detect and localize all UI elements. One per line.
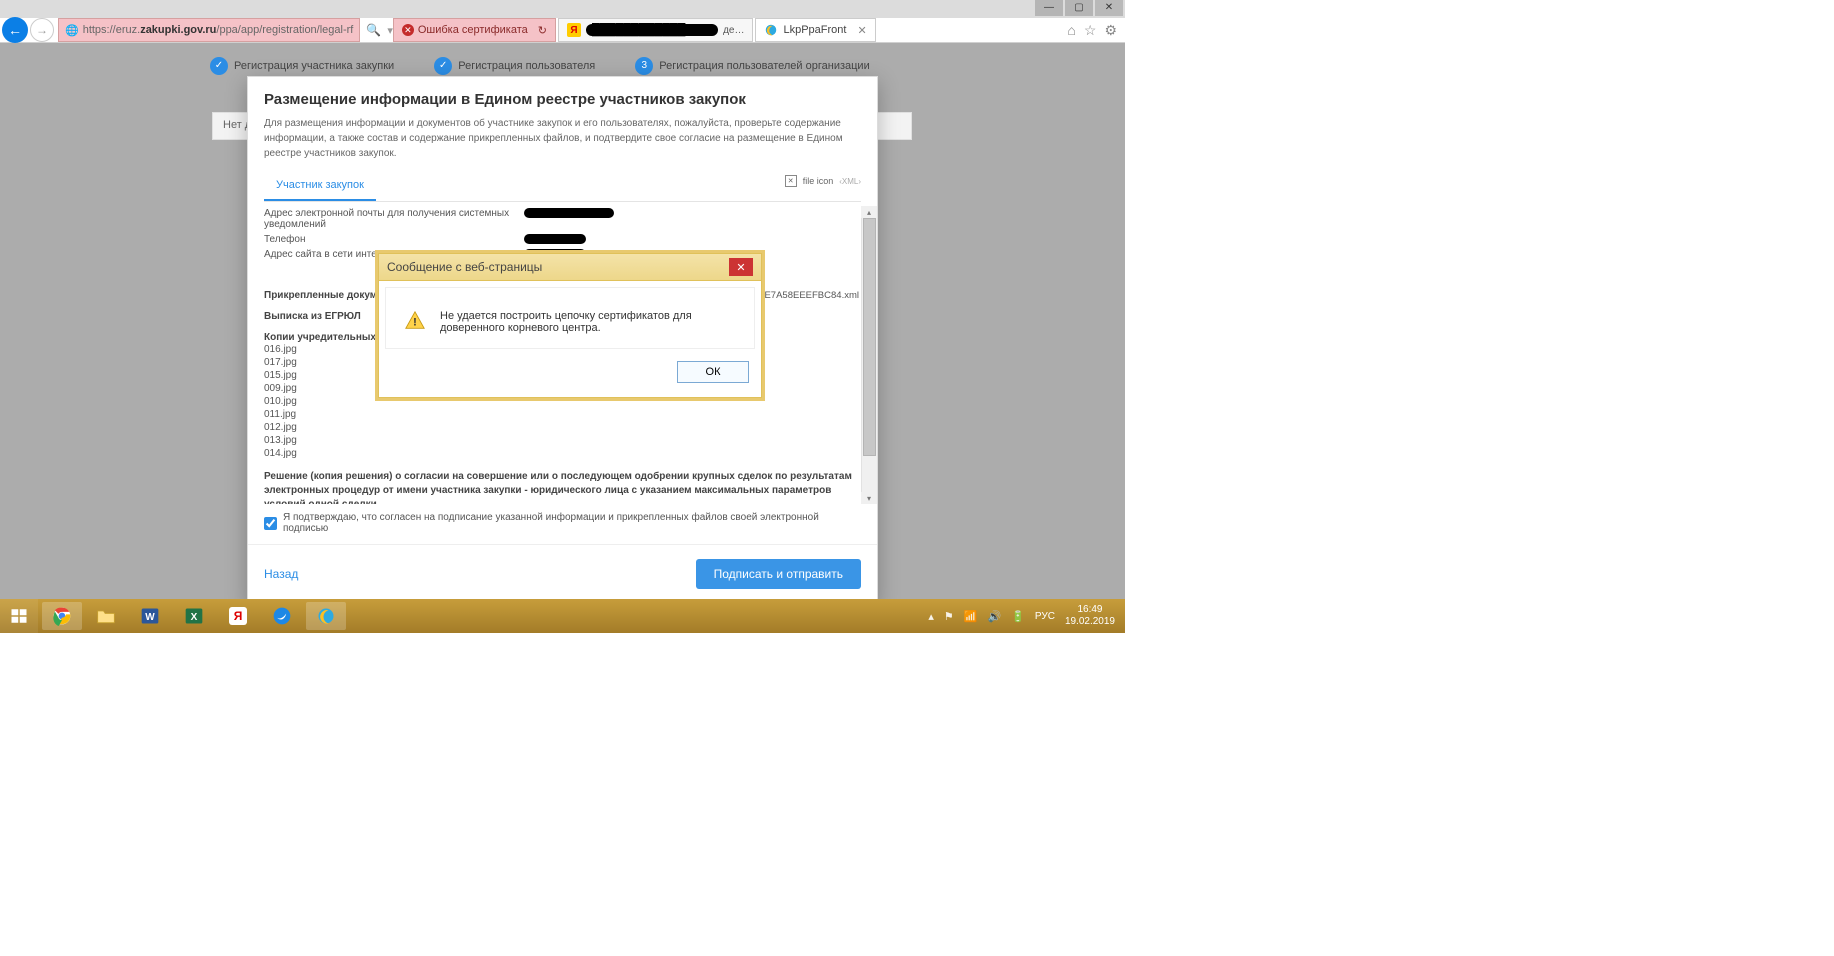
back-button[interactable]: ← [2,17,28,43]
tray-network-icon[interactable]: 📶 [964,610,978,623]
swoosh-icon [272,606,292,626]
word-icon: W [140,606,160,626]
scrollbar-thumb[interactable] [863,218,876,456]
tray-up-icon[interactable]: ▴ [928,610,934,623]
file-item: 014.jpg [264,447,853,460]
step-3-icon: 3 [635,57,653,75]
settings-gear-icon[interactable]: ⚙ [1104,22,1117,39]
browser-nav: ← → 🌐 https://eruz.zakupki.gov.ru/ppa/ap… [0,18,1125,43]
confirm-label: Я подтверждаю, что согласен на подписани… [283,512,861,534]
sign-and-send-button[interactable]: Подписать и отправить [696,559,861,589]
scroll-down-icon[interactable]: ▾ [861,492,877,504]
yandex-icon: Я [229,607,247,625]
step-3: 3Регистрация пользователей организации [635,57,869,75]
tab-label: LkpPpaFront [783,24,846,36]
taskbar-yandex[interactable]: Я [218,602,258,630]
xml-icon[interactable]: ‹XML› [839,177,861,186]
alert-message: Не удается построить цепочку сертификато… [440,310,736,334]
egrul-filename: 878E7A58EEEFBC84.xml [749,290,859,301]
folder-icon [96,607,116,625]
taskbar-app[interactable] [262,602,302,630]
taskbar-chrome[interactable] [42,602,82,630]
taskbar-word[interactable]: W [130,602,170,630]
alert-ok-button[interactable]: ОК [677,361,749,383]
tray-date: 19.02.2019 [1065,616,1115,628]
minimize-button[interactable]: — [1035,0,1063,16]
address-bar[interactable]: 🌐 https://eruz.zakupki.gov.ru/ppa/app/re… [58,18,360,42]
svg-text:!: ! [413,317,417,329]
tray-sound-icon[interactable]: 🔊 [988,610,1002,623]
browser-tab-yandex[interactable]: Я ████████████ де… де… [558,18,754,42]
certificate-error-badge[interactable]: ✕ Ошибка сертификата ↻ [393,18,556,42]
confirm-checkbox[interactable] [264,517,277,530]
step-2-icon: ✓ [434,57,452,75]
yandex-icon: Я [567,23,581,37]
modal-title: Размещение информации в Едином реестре у… [248,77,877,114]
tab-label-redacted: ████████████ де… [586,24,718,36]
decision-header: Решение (копия решения) о согласии на со… [264,470,853,504]
tab-participant[interactable]: Участник закупок [264,171,376,201]
modal-description: Для размещения информации и документов о… [248,114,877,171]
maximize-button[interactable]: ▢ [1065,0,1093,16]
ie-icon [316,606,336,626]
tray-time: 16:49 [1065,604,1115,616]
chrome-icon [52,606,72,626]
cert-error-label: Ошибка сертификата [418,24,528,36]
tray-flag-icon[interactable]: ⚑ [944,610,954,623]
confirm-row[interactable]: Я подтверждаю, что согласен на подписани… [248,508,877,544]
excel-icon: X [184,606,204,626]
svg-text:X: X [191,612,198,623]
step-1-icon: ✓ [210,57,228,75]
tab-close-icon[interactable]: ✕ [857,24,866,37]
windows-icon [10,607,28,625]
close-window-button[interactable]: ✕ [1095,0,1123,16]
alert-close-button[interactable]: ✕ [729,258,753,276]
scroll-up-icon[interactable]: ▴ [861,206,877,218]
file-icon[interactable]: ✕ [785,175,797,187]
svg-text:W: W [145,612,155,623]
label-phone: Телефон [264,234,524,245]
globe-icon: 🌐 [65,24,79,37]
tray-clock[interactable]: 16:49 19.02.2019 [1065,604,1115,628]
scrollbar-track[interactable]: ▴ ▾ [861,206,877,504]
tray-battery-icon[interactable]: 🔋 [1011,610,1025,623]
home-icon[interactable]: ⌂ [1067,22,1075,39]
js-alert-dialog: Сообщение с веб-страницы ✕ ! Не удается … [378,253,762,398]
taskbar-explorer[interactable] [86,602,126,630]
file-item: 011.jpg [264,408,853,421]
url-text: https://eruz.zakupki.gov.ru/ppa/app/regi… [83,24,354,36]
back-button[interactable]: Назад [264,567,298,581]
step-1: ✓Регистрация участника закупки [210,57,394,75]
registration-steps: ✓Регистрация участника закупки ✓Регистра… [210,53,915,78]
taskbar-excel[interactable]: X [174,602,214,630]
file-item: 013.jpg [264,434,853,447]
taskbar-ie[interactable] [306,602,346,630]
ie-icon [764,23,778,37]
forward-button[interactable]: → [30,18,54,42]
file-icon-label: file icon [803,176,834,186]
favorites-icon[interactable]: ☆ [1084,22,1097,39]
file-item: 012.jpg [264,421,853,434]
label-email: Адрес электронной почты для получения си… [264,208,524,230]
taskbar: W X Я ▴ ⚑ 📶 🔊 🔋 РУС 16:49 19.02.2019 [0,599,1125,633]
step-2: ✓Регистрация пользователя [434,57,595,75]
cert-error-icon: ✕ [402,24,414,36]
value-email-redacted [524,208,614,218]
search-icon[interactable]: 🔍 [366,23,381,37]
warning-icon: ! [404,310,426,332]
window-titlebar: — ▢ ✕ [0,0,1125,18]
tray-lang[interactable]: РУС [1035,611,1055,622]
refresh-icon[interactable]: ↻ [538,24,547,37]
start-button[interactable] [0,599,38,633]
value-phone-redacted [524,234,586,244]
alert-title: Сообщение с веб-страницы [387,260,542,274]
browser-tab-active[interactable]: LkpPpaFront ✕ [755,18,875,42]
